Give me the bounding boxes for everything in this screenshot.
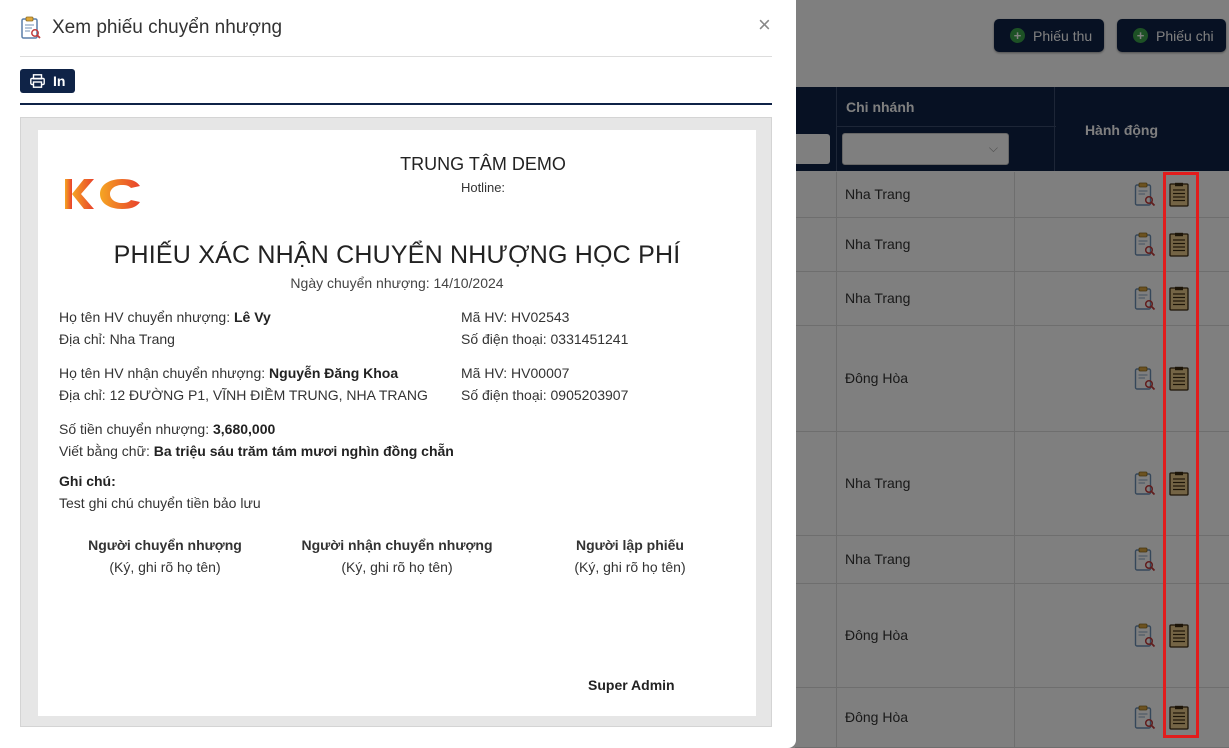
signature-creator-title: Người lập phiếu — [576, 537, 684, 553]
kc-logo-icon — [65, 179, 140, 209]
amount-in-words: Viết bằng chữ: Ba triệu sáu trăm tám mươ… — [59, 443, 454, 459]
signature-creator: Người lập phiếu (Ký, ghi rõ họ tên) — [520, 537, 740, 575]
highlight-box — [1163, 172, 1199, 738]
to-student-address: Địa chỉ: 12 ĐƯỜNG P1, VĨNH ĐIỀM TRUNG, N… — [59, 387, 428, 403]
document-page: TRUNG TÂM DEMO Hotline: PHIẾU XÁC NHẬN C… — [38, 130, 756, 716]
signature-creator-hint: (Ký, ghi rõ họ tên) — [574, 559, 686, 575]
signature-from: Người chuyển nhượng (Ký, ghi rõ họ tên) — [55, 537, 275, 575]
to-student-name: Họ tên HV nhận chuyển nhượng: Nguyễn Đăn… — [59, 365, 398, 381]
modal-header: Xem phiếu chuyển nhượng — [20, 16, 282, 40]
center-name: TRUNG TÂM DEMO — [400, 154, 566, 174]
from-name-value: Lê Vy — [234, 309, 271, 325]
to-student-code: Mã HV: HV00007 — [461, 365, 570, 381]
from-name-label: Họ tên HV chuyển nhượng: — [59, 309, 234, 325]
note-text: Test ghi chú chuyển tiền bảo lưu — [59, 495, 261, 511]
print-button-label: In — [53, 73, 66, 89]
amount-label: Số tiền chuyển nhượng: — [59, 421, 213, 437]
to-student-phone: Số điện thoại: 0905203907 — [461, 387, 629, 403]
signature-from-title: Người chuyển nhượng — [88, 537, 242, 553]
words-label: Viết bằng chữ: — [59, 443, 154, 459]
signature-to-title: Người nhận chuyển nhượng — [301, 537, 493, 553]
words-value: Ba triệu sáu trăm tám mươi nghìn đồng ch… — [153, 443, 454, 459]
transfer-amount: Số tiền chuyển nhượng: 3,680,000 — [59, 421, 275, 437]
signature-from-hint: (Ký, ghi rõ họ tên) — [109, 559, 221, 575]
close-icon[interactable]: × — [758, 12, 771, 38]
from-student-name: Họ tên HV chuyển nhượng: Lê Vy — [59, 309, 271, 325]
header-divider — [20, 56, 772, 57]
toolbar-divider — [20, 103, 772, 105]
document-heading: PHIẾU XÁC NHẬN CHUYỂN NHƯỢNG HỌC PHÍ — [113, 241, 681, 269]
note-label-text: Ghi chú: — [59, 473, 116, 489]
note-label: Ghi chú: — [59, 473, 116, 489]
modal-title: Xem phiếu chuyển nhượng — [52, 17, 283, 38]
amount-value: 3,680,000 — [213, 421, 276, 437]
document-preview[interactable]: TRUNG TÂM DEMO Hotline: PHIẾU XÁC NHẬN C… — [20, 117, 772, 727]
from-student-code: Mã HV: HV02543 — [461, 309, 570, 325]
center-logo — [64, 177, 144, 216]
signature-to: Người nhận chuyển nhượng (Ký, ghi rõ họ … — [287, 537, 507, 575]
signature-to-hint: (Ký, ghi rõ họ tên) — [341, 559, 453, 575]
to-name-label: Họ tên HV nhận chuyển nhượng: — [59, 365, 270, 381]
hotline: Hotline: — [460, 180, 506, 195]
transfer-date: Ngày chuyển nhượng: 14/10/2024 — [290, 275, 504, 291]
transfer-receipt-modal: Xem phiếu chuyển nhượng × In TRUNG TÂM D… — [0, 0, 796, 748]
printer-icon — [30, 74, 45, 88]
creator-name: Super Admin — [588, 677, 675, 693]
from-student-phone: Số điện thoại: 0331451241 — [461, 331, 629, 347]
print-button[interactable]: In — [20, 69, 76, 93]
receipt-search-icon — [21, 16, 41, 39]
to-name-value: Nguyễn Đăng Khoa — [269, 365, 399, 381]
from-student-address: Địa chỉ: Nha Trang — [59, 331, 175, 347]
